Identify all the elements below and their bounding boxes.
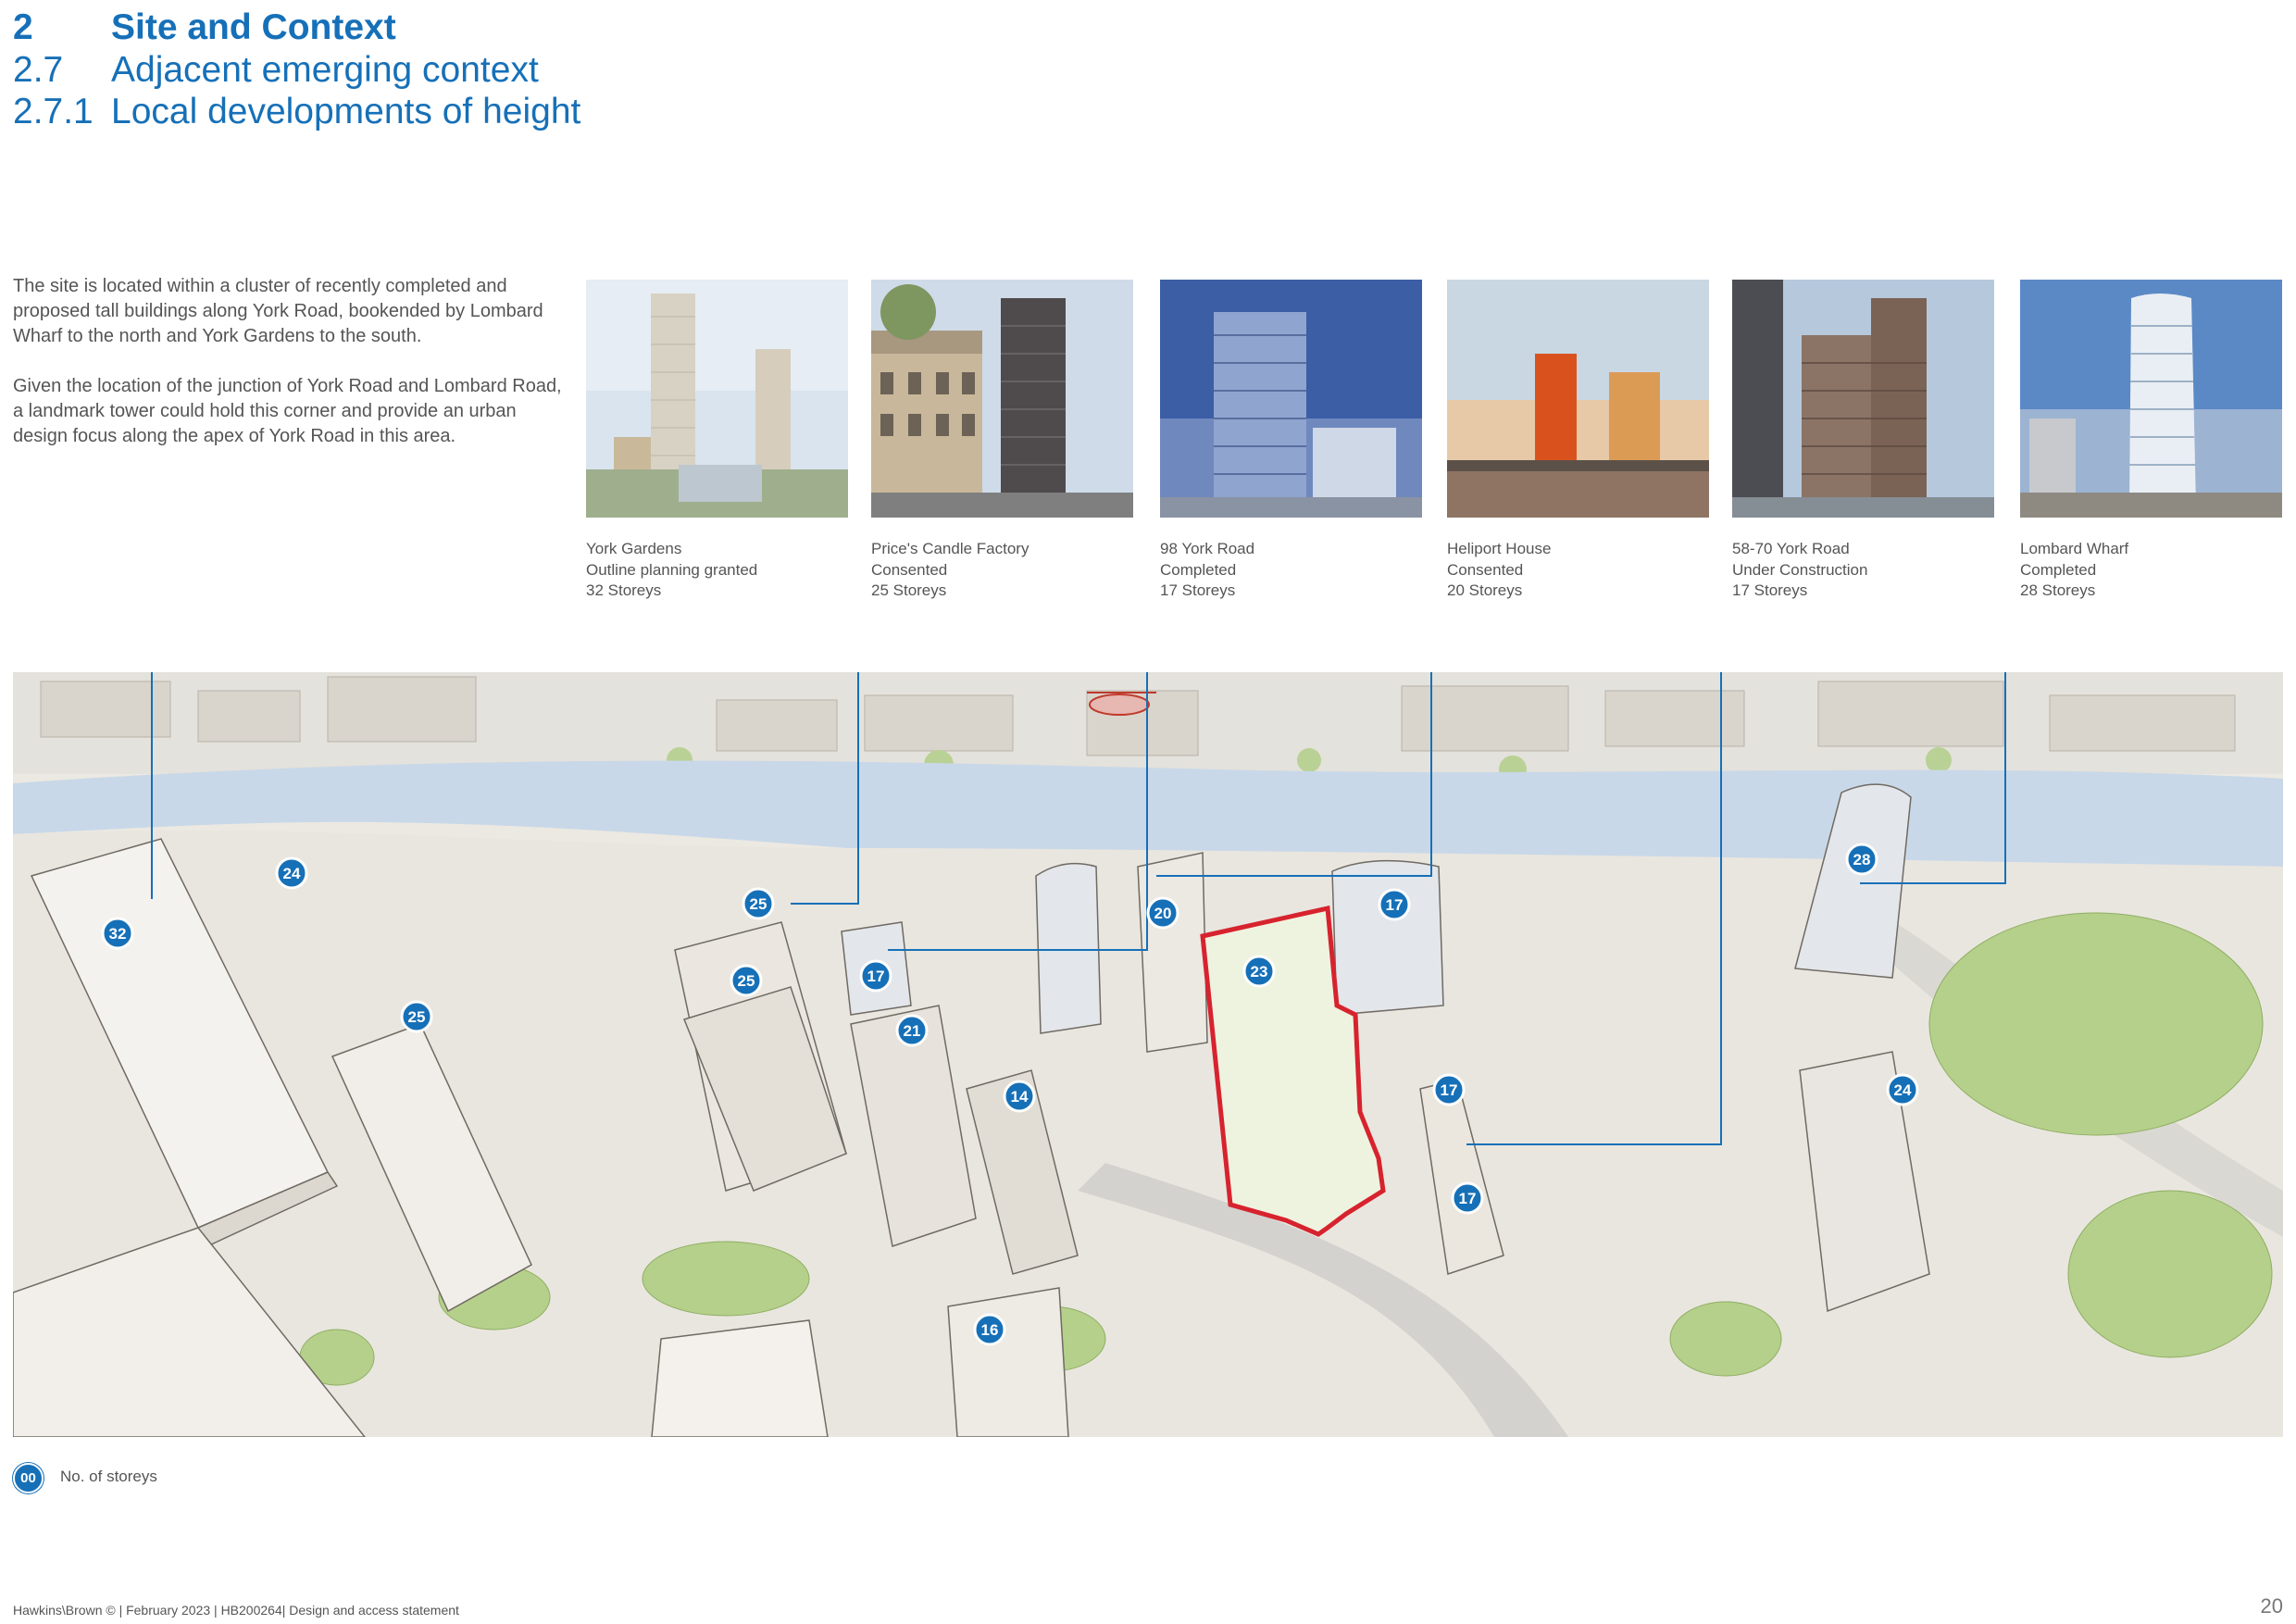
storey-badge: 17 <box>1451 1181 1484 1215</box>
caption-status: Under Construction <box>1732 560 1868 579</box>
caption-lombard-wharf: Lombard Wharf Completed 28 Storeys <box>2020 539 2282 602</box>
svg-text:17: 17 <box>1459 1190 1477 1207</box>
legend-label: No. of storeys <box>60 1468 157 1485</box>
storey-badge: 23 <box>1242 955 1276 988</box>
caption-name: Heliport House <box>1447 540 1552 557</box>
svg-text:28: 28 <box>1853 851 1871 868</box>
svg-text:17: 17 <box>1441 1081 1458 1099</box>
caption-name: York Gardens <box>586 540 682 557</box>
storey-badge: 17 <box>1378 888 1411 921</box>
storey-badge: 24 <box>275 856 308 890</box>
storey-badge: 20 <box>1146 896 1179 930</box>
caption-98-york-road: 98 York Road Completed 17 Storeys <box>1160 539 1422 602</box>
svg-text:24: 24 <box>1894 1081 1912 1099</box>
photo-heliport-house <box>1447 280 1709 518</box>
caption-storeys: 17 Storeys <box>1732 581 1808 599</box>
photo-york-gardens <box>586 280 848 518</box>
storey-badge: 25 <box>400 1000 433 1033</box>
caption-status: Consented <box>1447 560 1524 579</box>
legend-storey-badge: 00 <box>13 1463 44 1493</box>
photo-58-70-york-road <box>1732 280 1994 518</box>
storey-badge: 17 <box>859 959 892 993</box>
caption-name: Lombard Wharf <box>2020 540 2129 557</box>
subsubsection-title: Local developments of height <box>111 92 581 131</box>
svg-text:16: 16 <box>981 1321 999 1339</box>
caption-storeys: 17 Storeys <box>1160 581 1236 599</box>
svg-text:21: 21 <box>904 1022 921 1040</box>
section-title: Site and Context <box>111 7 396 47</box>
subsection-title: Adjacent emerging context <box>111 50 539 90</box>
page-number: 20 <box>2260 1594 2283 1618</box>
svg-text:17: 17 <box>1386 896 1404 914</box>
svg-text:25: 25 <box>750 895 767 913</box>
photo-lombard-wharf <box>2020 280 2282 518</box>
caption-york-gardens: York Gardens Outline planning granted 32… <box>586 539 848 602</box>
storey-badge: 21 <box>895 1014 929 1047</box>
caption-58-70-york-road: 58-70 York Road Under Construction 17 St… <box>1732 539 1994 602</box>
caption-storeys: 28 Storeys <box>2020 581 2096 599</box>
storey-badge: 17 <box>1432 1073 1466 1106</box>
storey-badge: 32 <box>101 917 134 950</box>
subsubsection-number: 2.7.1 <box>13 92 94 131</box>
svg-text:25: 25 <box>408 1008 426 1026</box>
svg-text:24: 24 <box>283 865 301 882</box>
storey-badge: 25 <box>742 887 775 920</box>
caption-heliport-house: Heliport House Consented 20 Storeys <box>1447 539 1709 602</box>
intro-paragraph-1: The site is located within a cluster of … <box>13 276 543 346</box>
svg-text:14: 14 <box>1011 1088 1029 1106</box>
caption-name: 58-70 York Road <box>1732 540 1850 557</box>
caption-storeys: 25 Storeys <box>871 581 947 599</box>
svg-text:23: 23 <box>1251 963 1268 981</box>
caption-storeys: 32 Storeys <box>586 581 662 599</box>
aerial-view-illustration: 32 24 25 25 25 17 21 14 20 23 17 17 17 2… <box>13 672 2283 1437</box>
subsection-number: 2.7 <box>13 50 64 90</box>
photo-98-york-road <box>1160 280 1422 518</box>
caption-status: Completed <box>2020 560 2097 579</box>
caption-prices-candle-factory: Price's Candle Factory Consented 25 Stor… <box>871 539 1133 602</box>
svg-text:32: 32 <box>109 925 127 943</box>
svg-text:25: 25 <box>738 972 755 990</box>
storey-badge: 28 <box>1845 843 1878 876</box>
intro-paragraph-2: Given the location of the junction of Yo… <box>13 376 562 446</box>
caption-storeys: 20 Storeys <box>1447 581 1523 599</box>
subsubsection-heading: 2.7.1 Local developments of height <box>13 92 754 138</box>
footer-credit: Hawkins\Brown © | February 2023 | HB2002… <box>13 1603 459 1618</box>
subsection-heading: 2.7 Adjacent emerging context <box>13 50 754 96</box>
caption-status: Consented <box>871 560 948 579</box>
storey-badge: 24 <box>1886 1073 1919 1106</box>
section-number: 2 <box>13 7 33 47</box>
svg-text:17: 17 <box>867 968 885 985</box>
caption-status: Completed <box>1160 560 1237 579</box>
caption-status: Outline planning granted <box>586 560 758 579</box>
storey-badge: 14 <box>1003 1080 1036 1113</box>
caption-name: Price's Candle Factory <box>871 540 1029 557</box>
caption-name: 98 York Road <box>1160 540 1255 557</box>
svg-text:20: 20 <box>1154 905 1172 922</box>
storey-badge: 25 <box>730 964 763 997</box>
section-heading: 2 Site and Context <box>13 7 754 54</box>
photo-prices-candle-factory <box>871 280 1133 518</box>
storey-badge: 16 <box>973 1313 1006 1346</box>
